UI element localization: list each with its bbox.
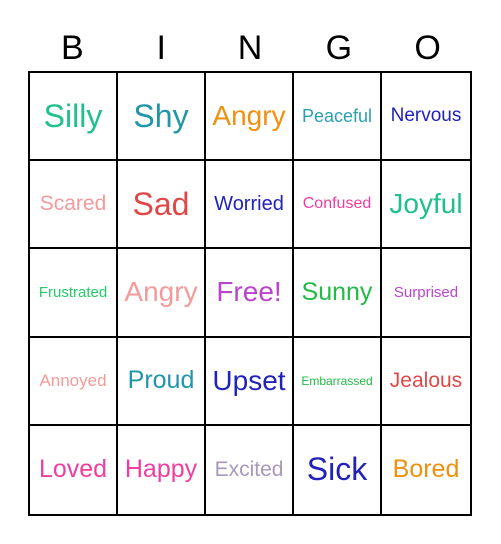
bingo-cell[interactable]: Happy — [118, 425, 206, 514]
bingo-cell-label: Free! — [216, 276, 282, 308]
bingo-cell[interactable]: Angry — [206, 73, 294, 162]
bingo-cell-label: Shy — [133, 97, 189, 134]
bingo-header: B I N G O — [28, 26, 472, 70]
bingo-cell-label: Scared — [39, 192, 107, 216]
bingo-cell[interactable]: Shy — [118, 73, 206, 162]
bingo-cell[interactable]: Joyful — [382, 161, 470, 250]
bingo-cell[interactable]: Silly — [30, 73, 118, 162]
bingo-cell[interactable]: Jealous — [382, 338, 470, 426]
header-letter-n: N — [237, 29, 263, 67]
bingo-cell-label: Excited — [214, 457, 284, 481]
bingo-cell[interactable]: Bored — [382, 426, 470, 514]
bingo-cell-label: Peaceful — [301, 105, 373, 126]
bingo-cell-label: Happy — [124, 455, 198, 484]
bingo-cell[interactable]: Annoyed — [30, 337, 118, 426]
bingo-cell[interactable]: Proud — [118, 337, 206, 426]
bingo-cell-label: Loved — [38, 455, 108, 484]
header-letter-g: G — [325, 29, 353, 67]
bingo-cell[interactable]: Frustrated — [30, 249, 118, 338]
bingo-cell[interactable]: Excited — [206, 425, 294, 514]
bingo-cell-label: Worried — [214, 192, 284, 215]
bingo-cell[interactable]: Sunny — [294, 249, 382, 338]
bingo-cell-label: Proud — [127, 366, 195, 395]
bingo-cell-label: Joyful — [389, 188, 463, 220]
bingo-cell[interactable]: Free! — [206, 249, 294, 338]
bingo-cell-label: Angry — [212, 100, 286, 132]
bingo-cell-label: Frustrated — [38, 283, 108, 301]
header-letter-b: B — [61, 29, 84, 67]
bingo-cell[interactable]: Sad — [118, 161, 206, 250]
bingo-cell[interactable]: Nervous — [382, 73, 470, 162]
header-letter-o: O — [414, 29, 441, 67]
bingo-cell-label: Sad — [132, 185, 190, 222]
bingo-cell-label: Angry — [124, 276, 198, 308]
bingo-cell-label: Silly — [43, 97, 103, 134]
bingo-cell[interactable]: Angry — [118, 249, 206, 338]
bingo-cell-label: Annoyed — [39, 370, 107, 390]
bingo-cell[interactable]: Embarrassed — [294, 337, 382, 426]
bingo-cell[interactable]: Surprised — [382, 249, 470, 338]
bingo-cell-label: Bored — [392, 455, 460, 484]
bingo-cell[interactable]: Upset — [206, 337, 294, 426]
bingo-cell[interactable]: Confused — [294, 161, 382, 250]
bingo-cell-label: Sunny — [301, 277, 373, 306]
bingo-cell-label: Nervous — [390, 105, 462, 127]
bingo-cell[interactable]: Loved — [30, 425, 118, 514]
bingo-cell-label: Jealous — [389, 368, 463, 392]
bingo-cell-label: Upset — [212, 364, 286, 396]
bingo-cell[interactable]: Scared — [30, 161, 118, 250]
bingo-cell[interactable]: Sick — [294, 425, 382, 514]
bingo-cell[interactable]: Worried — [206, 161, 294, 250]
bingo-grid: Silly Shy Angry Peaceful Nervous Scared Sad Wor… — [28, 71, 472, 516]
bingo-cell-label: Embarrassed — [301, 373, 373, 388]
bingo-cell-label: Confused — [302, 195, 372, 213]
bingo-cell-label: Sick — [306, 451, 368, 488]
bingo-cell-label: Surprised — [393, 283, 459, 301]
bingo-cell[interactable]: Peaceful — [294, 73, 382, 162]
header-letter-i: I — [156, 29, 166, 67]
